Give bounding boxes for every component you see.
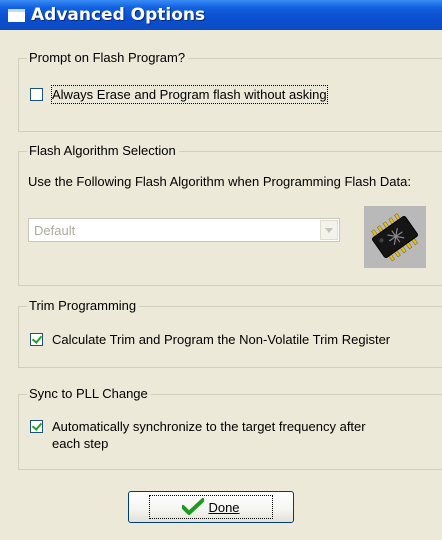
trim-group-legend: Trim Programming [27, 298, 140, 314]
chevron-down-icon[interactable] [320, 220, 338, 240]
algorithm-instruction-row: Use the Following Flash Algorithm when P… [28, 174, 411, 189]
sync-label-line1: Automatically synchronize to the target … [52, 419, 366, 434]
dialog-title: Advanced Options [31, 5, 206, 25]
algorithm-instruction: Use the Following Flash Algorithm when P… [28, 174, 411, 189]
done-button[interactable]: Done [128, 491, 294, 523]
window-icon [8, 8, 25, 22]
trim-checkbox[interactable] [30, 333, 43, 346]
checkmark-icon [182, 498, 205, 515]
sync-checkbox[interactable] [30, 420, 43, 433]
done-button-content: Done [149, 495, 273, 519]
title-bar[interactable]: Advanced Options [0, 0, 442, 30]
algorithm-group-legend: Flash Algorithm Selection [27, 143, 179, 159]
trim-label[interactable]: Calculate Trim and Program the Non-Volat… [52, 331, 390, 348]
always-erase-option[interactable]: Always Erase and Program flash without a… [30, 85, 328, 104]
sync-option[interactable]: Automatically synchronize to the target … [30, 418, 366, 452]
trim-option[interactable]: Calculate Trim and Program the Non-Volat… [30, 331, 390, 348]
algorithm-select[interactable]: Default [28, 218, 340, 242]
algorithm-select-value: Default [34, 223, 76, 238]
sync-label[interactable]: Automatically synchronize to the target … [52, 418, 366, 452]
prompt-group-legend: Prompt on Flash Program? [27, 50, 189, 66]
sync-group-legend: Sync to PLL Change [27, 386, 151, 402]
always-erase-checkbox[interactable] [30, 88, 43, 101]
microchip-icon [364, 206, 426, 268]
sync-label-line2: each step [52, 436, 109, 451]
always-erase-label[interactable]: Always Erase and Program flash without a… [51, 85, 328, 104]
done-button-label: Done [208, 499, 240, 515]
